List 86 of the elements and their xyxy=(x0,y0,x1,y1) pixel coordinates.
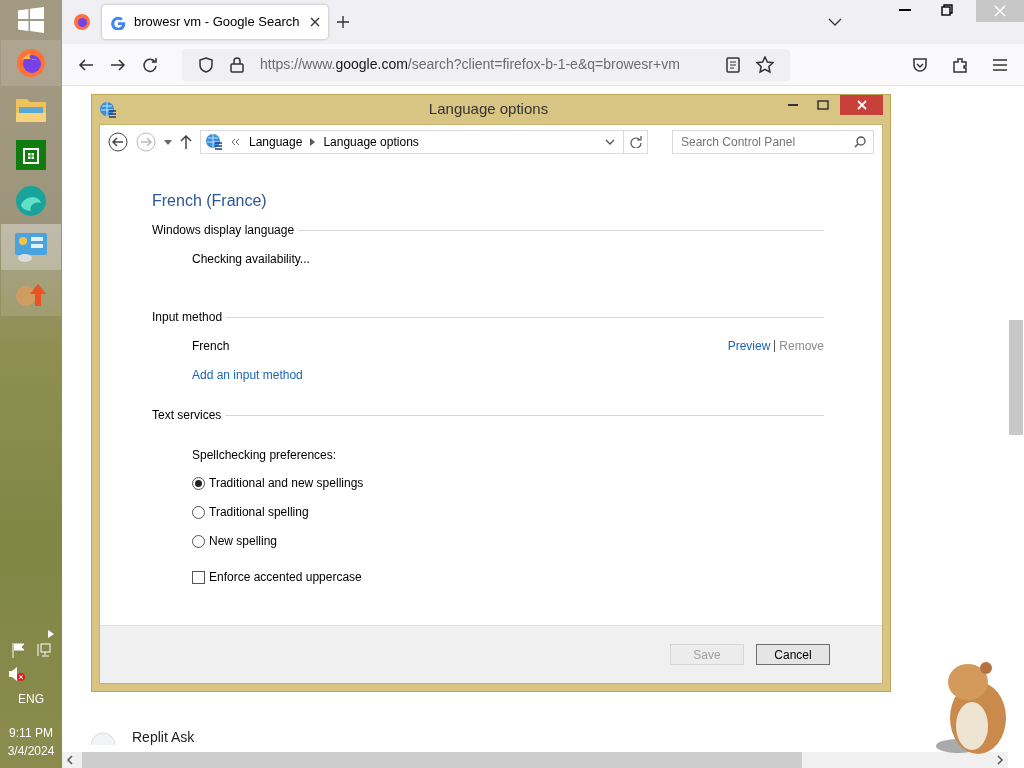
close-tab-button[interactable] xyxy=(310,17,320,27)
window-title: Language options xyxy=(427,99,550,120)
restore-icon xyxy=(941,4,953,16)
field-label: Spellchecking preferences: xyxy=(192,447,337,464)
radio-option[interactable]: Traditional and new spellings xyxy=(192,474,364,492)
show-hidden-icons-button[interactable] xyxy=(48,630,54,638)
language-icon xyxy=(99,100,117,119)
up-button[interactable] xyxy=(180,135,192,149)
search-field[interactable]: Search Control Panel xyxy=(672,130,874,154)
caret-icon xyxy=(48,630,54,638)
chevron-left-icon xyxy=(66,755,74,765)
search-icon xyxy=(854,136,866,148)
store-icon xyxy=(16,140,46,170)
preview-link[interactable]: Preview xyxy=(727,337,771,355)
up-arrow-icon xyxy=(180,135,192,149)
shield-icon xyxy=(198,56,214,73)
address-bar[interactable]: https://www.google.com/search?client=firefox-b-1-e&q=browesr+vm xyxy=(182,48,790,81)
section-title: Text services xyxy=(152,407,222,424)
refresh-icon xyxy=(629,136,642,148)
reload-icon xyxy=(142,56,158,73)
language-icon xyxy=(205,133,223,151)
checkbox-option[interactable]: Enforce accented uppercase xyxy=(192,568,362,586)
chevron-down-icon xyxy=(605,139,615,145)
extensions-button[interactable] xyxy=(952,56,968,73)
caret-icon xyxy=(164,139,172,145)
breadcrumb-item[interactable]: Language options xyxy=(323,133,419,151)
chevron-down-icon xyxy=(828,18,842,26)
input-method-name: French xyxy=(192,338,231,355)
forward-arrow-icon xyxy=(110,56,126,73)
back-arrow-icon xyxy=(78,56,94,73)
dialog-button[interactable]: Cancel xyxy=(756,644,830,665)
back-button[interactable] xyxy=(78,56,94,73)
section-title: Input method xyxy=(152,309,223,326)
status-text: Checking availability... xyxy=(191,251,310,268)
windows-icon xyxy=(18,7,44,33)
firefox-view-button[interactable] xyxy=(73,13,91,31)
clock-date[interactable]: 3/4/2024 xyxy=(7,742,55,760)
firefox-icon xyxy=(73,13,91,31)
list-tabs-button[interactable] xyxy=(828,18,842,26)
caret-icon xyxy=(310,138,316,146)
vertical-scrollbar-thumb[interactable] xyxy=(1009,320,1023,435)
control-panel-icon xyxy=(14,231,48,263)
result-title[interactable]: Replit Ask xyxy=(132,727,195,748)
menu-icon xyxy=(992,57,1008,72)
back-button[interactable] xyxy=(108,132,128,152)
add-input-method-link[interactable]: Add an input method xyxy=(192,368,303,382)
close-window-button[interactable] xyxy=(840,95,883,115)
lock-icon xyxy=(230,56,244,73)
close-icon xyxy=(856,100,867,110)
address-bar[interactable]: Language Language options xyxy=(200,130,648,154)
radio-option[interactable]: New spelling xyxy=(192,532,278,550)
firefox-icon xyxy=(15,47,47,79)
reload-button[interactable] xyxy=(142,56,158,73)
close-icon xyxy=(994,5,1006,17)
radio-option[interactable]: Traditional spelling xyxy=(192,503,309,521)
address-history-button[interactable] xyxy=(605,139,615,145)
puzzle-icon xyxy=(952,56,968,73)
pocket-icon xyxy=(912,56,928,73)
maximize-icon xyxy=(817,100,829,110)
horizontal-scrollbar-thumb[interactable] xyxy=(82,752,802,768)
plus-icon xyxy=(336,15,350,29)
browser-icon xyxy=(15,185,47,217)
menu-button[interactable] xyxy=(992,56,1008,73)
result-icon xyxy=(90,730,116,745)
minimize-icon xyxy=(788,104,798,106)
breadcrumb-item[interactable]: Language xyxy=(249,133,303,151)
clock-time[interactable]: 9:11 PM xyxy=(9,724,53,742)
close-icon xyxy=(310,17,320,27)
language-indicator[interactable]: ENG xyxy=(18,690,44,708)
language-heading: French (France) xyxy=(152,191,268,211)
forward-button[interactable] xyxy=(110,56,126,73)
google-icon xyxy=(110,14,126,30)
chevron-right-icon xyxy=(996,755,1004,765)
tab-title: browesr vm - Google Search xyxy=(134,13,301,32)
section-title: Windows display language xyxy=(152,222,295,239)
pocket-button[interactable] xyxy=(912,56,928,73)
minimize-icon xyxy=(899,9,911,11)
recent-locations-button[interactable] xyxy=(164,139,172,145)
url-text: https://www.google.com/search?client=firefox-b-1-e&q=browesr+vm xyxy=(260,55,681,74)
new-tab-button[interactable] xyxy=(336,15,350,29)
bookmark-button[interactable] xyxy=(756,55,774,74)
document-icon xyxy=(726,56,740,73)
chevron-left-icon xyxy=(231,138,241,146)
reader-view-button[interactable] xyxy=(726,56,740,73)
star-icon xyxy=(756,55,774,74)
browser-tab[interactable]: browesr vm - Google Search xyxy=(102,5,328,39)
